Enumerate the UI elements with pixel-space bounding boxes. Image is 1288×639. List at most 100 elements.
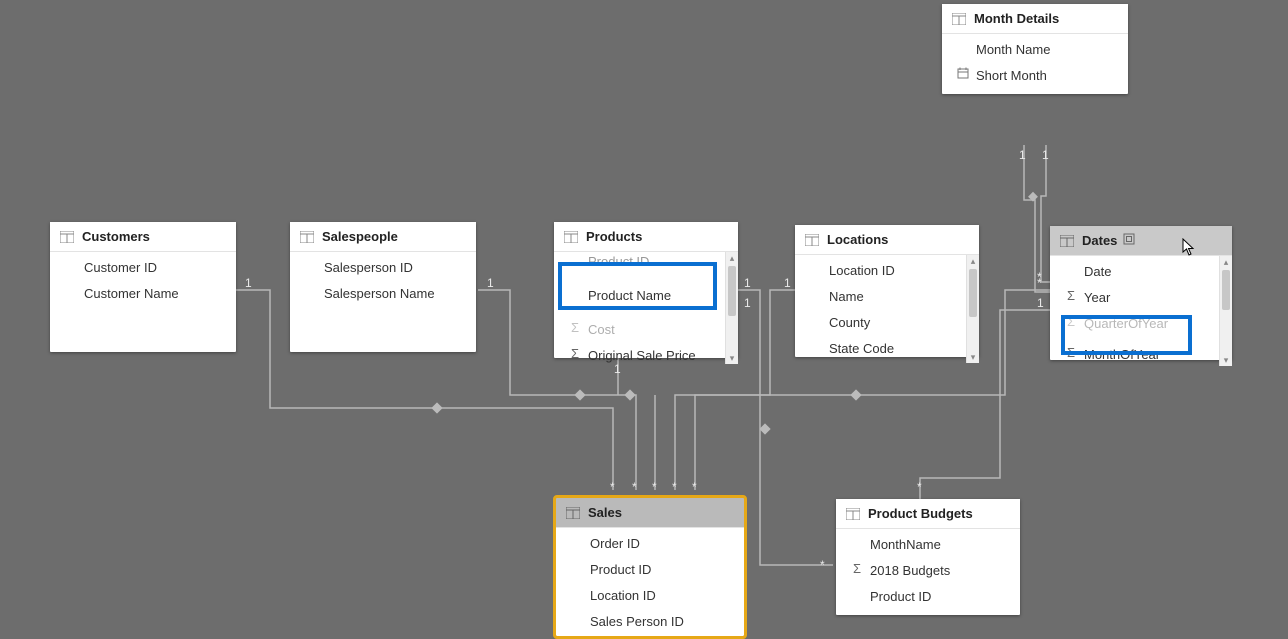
table-title: Salespeople	[322, 229, 398, 244]
scroll-down-icon[interactable]: ▾	[967, 351, 979, 363]
field-list: MonthName Σ 2018 Budgets Product ID	[836, 529, 1020, 615]
table-title: Locations	[827, 232, 888, 247]
table-title: Customers	[82, 229, 150, 244]
field-original-sale-price[interactable]: Σ Original Sale Price	[554, 342, 726, 364]
cardinality-many: *	[610, 480, 615, 494]
field-salesperson-name[interactable]: Salesperson Name	[290, 280, 476, 306]
cardinality-one: 1	[784, 276, 791, 290]
field-month-of-year[interactable]: Σ MonthOfYear	[1050, 336, 1220, 366]
sigma-icon: Σ	[568, 320, 582, 334]
table-icon	[566, 507, 580, 519]
cardinality-one: 1	[744, 276, 751, 290]
field-cost[interactable]: Σ Cost	[554, 316, 726, 342]
table-locations[interactable]: Locations Location ID Name County State …	[795, 225, 979, 357]
cardinality-one: 1	[614, 362, 621, 376]
sigma-icon: Σ	[1064, 288, 1078, 302]
cardinality-many: *	[820, 558, 825, 572]
table-title: Dates	[1082, 233, 1117, 248]
cardinality-many: *	[1037, 270, 1042, 284]
scrollbar[interactable]: ▴ ▾	[725, 252, 738, 364]
table-header[interactable]: Salespeople	[290, 222, 476, 252]
field-month-name[interactable]: Month Name	[942, 36, 1128, 62]
model-diagram-canvas[interactable]: 1 1 1 1 1 1 1 1 * 1 * * * * * * * * Mont…	[0, 0, 1288, 639]
table-header[interactable]: Products	[554, 222, 738, 252]
cardinality-many: *	[917, 480, 922, 494]
table-customers[interactable]: Customers Customer ID Customer Name	[50, 222, 236, 352]
field-2018-budgets[interactable]: Σ 2018 Budgets	[836, 557, 1020, 583]
cardinality-one: 1	[1037, 296, 1044, 310]
field-customer-name[interactable]: Customer Name	[50, 280, 236, 306]
table-header[interactable]: Sales	[556, 498, 744, 528]
cardinality-one: 1	[245, 276, 252, 290]
field-product-name[interactable]: Product Name	[554, 274, 726, 316]
scrollbar[interactable]: ▴ ▾	[1219, 256, 1232, 366]
table-title: Sales	[588, 505, 622, 520]
calendar-icon	[956, 66, 970, 80]
table-title: Products	[586, 229, 642, 244]
field-date[interactable]: Date	[1050, 258, 1220, 284]
scroll-up-icon[interactable]: ▴	[967, 255, 979, 267]
field-location-id[interactable]: Location ID	[556, 582, 744, 608]
table-icon	[1060, 235, 1074, 247]
table-title: Product Budgets	[868, 506, 973, 521]
field-quarter-of-year[interactable]: Σ QuarterOfYear	[1050, 310, 1220, 336]
table-products[interactable]: Products Product ID Product Name Σ Cost …	[554, 222, 738, 358]
field-short-month[interactable]: Short Month	[942, 62, 1128, 88]
scroll-down-icon[interactable]: ▾	[1220, 354, 1232, 366]
field-customer-id[interactable]: Customer ID	[556, 634, 744, 639]
table-month-details[interactable]: Month Details Month Name Short Month	[942, 4, 1128, 94]
table-header[interactable]: Locations	[795, 225, 979, 255]
sigma-icon: Σ	[568, 346, 582, 360]
table-sales[interactable]: Sales Order ID Product ID Location ID Sa…	[556, 498, 744, 636]
field-salesperson-id[interactable]: Salesperson ID	[290, 254, 476, 280]
scroll-thumb[interactable]	[1222, 270, 1230, 310]
table-header[interactable]: Customers	[50, 222, 236, 252]
scroll-up-icon[interactable]: ▴	[1220, 256, 1232, 268]
field-order-id[interactable]: Order ID	[556, 530, 744, 556]
cardinality-one: 1	[1019, 148, 1026, 162]
table-icon	[564, 231, 578, 243]
field-list: Location ID Name County State Code ▴ ▾	[795, 255, 979, 363]
table-header[interactable]: Month Details	[942, 4, 1128, 34]
field-list: Order ID Product ID Location ID Sales Pe…	[556, 528, 744, 639]
field-list: Salesperson ID Salesperson Name	[290, 252, 476, 312]
field-product-id[interactable]: Product ID	[556, 556, 744, 582]
date-table-icon	[1123, 233, 1135, 248]
field-location-id[interactable]: Location ID	[795, 257, 967, 283]
field-state-code[interactable]: State Code	[795, 335, 967, 361]
scroll-thumb[interactable]	[969, 269, 977, 317]
cardinality-one: 1	[487, 276, 494, 290]
field-sales-person-id[interactable]: Sales Person ID	[556, 608, 744, 634]
table-header[interactable]: Dates	[1050, 226, 1232, 256]
table-icon	[952, 13, 966, 25]
table-title: Month Details	[974, 11, 1059, 26]
table-icon	[805, 234, 819, 246]
field-name[interactable]: Name	[795, 283, 967, 309]
table-icon	[846, 508, 860, 520]
sigma-icon: Σ	[1064, 314, 1078, 328]
field-county[interactable]: County	[795, 309, 967, 335]
cardinality-many: *	[632, 480, 637, 494]
table-dates[interactable]: Dates Date Σ Year Σ QuarterOfYear Σ Mont…	[1050, 226, 1232, 360]
field-customer-id[interactable]: Customer ID	[50, 254, 236, 280]
field-product-id[interactable]: Product ID	[554, 252, 726, 274]
field-list: Customer ID Customer Name	[50, 252, 236, 312]
scroll-thumb[interactable]	[728, 266, 736, 316]
cardinality-many: *	[652, 480, 657, 494]
table-salespeople[interactable]: Salespeople Salesperson ID Salesperson N…	[290, 222, 476, 352]
table-icon	[60, 231, 74, 243]
scroll-down-icon[interactable]: ▾	[726, 352, 738, 364]
field-product-id[interactable]: Product ID	[836, 583, 1020, 609]
sigma-icon: Σ	[850, 561, 864, 575]
table-product-budgets[interactable]: Product Budgets MonthName Σ 2018 Budgets…	[836, 499, 1020, 615]
scrollbar[interactable]: ▴ ▾	[966, 255, 979, 363]
cardinality-many: *	[692, 480, 697, 494]
field-month-name[interactable]: MonthName	[836, 531, 1020, 557]
field-year[interactable]: Σ Year	[1050, 284, 1220, 310]
scroll-up-icon[interactable]: ▴	[726, 252, 738, 264]
cardinality-many: *	[672, 480, 677, 494]
table-header[interactable]: Product Budgets	[836, 499, 1020, 529]
field-list: Product ID Product Name Σ Cost Σ Origina…	[554, 252, 738, 364]
table-icon	[300, 231, 314, 243]
sigma-icon: Σ	[1064, 345, 1078, 359]
